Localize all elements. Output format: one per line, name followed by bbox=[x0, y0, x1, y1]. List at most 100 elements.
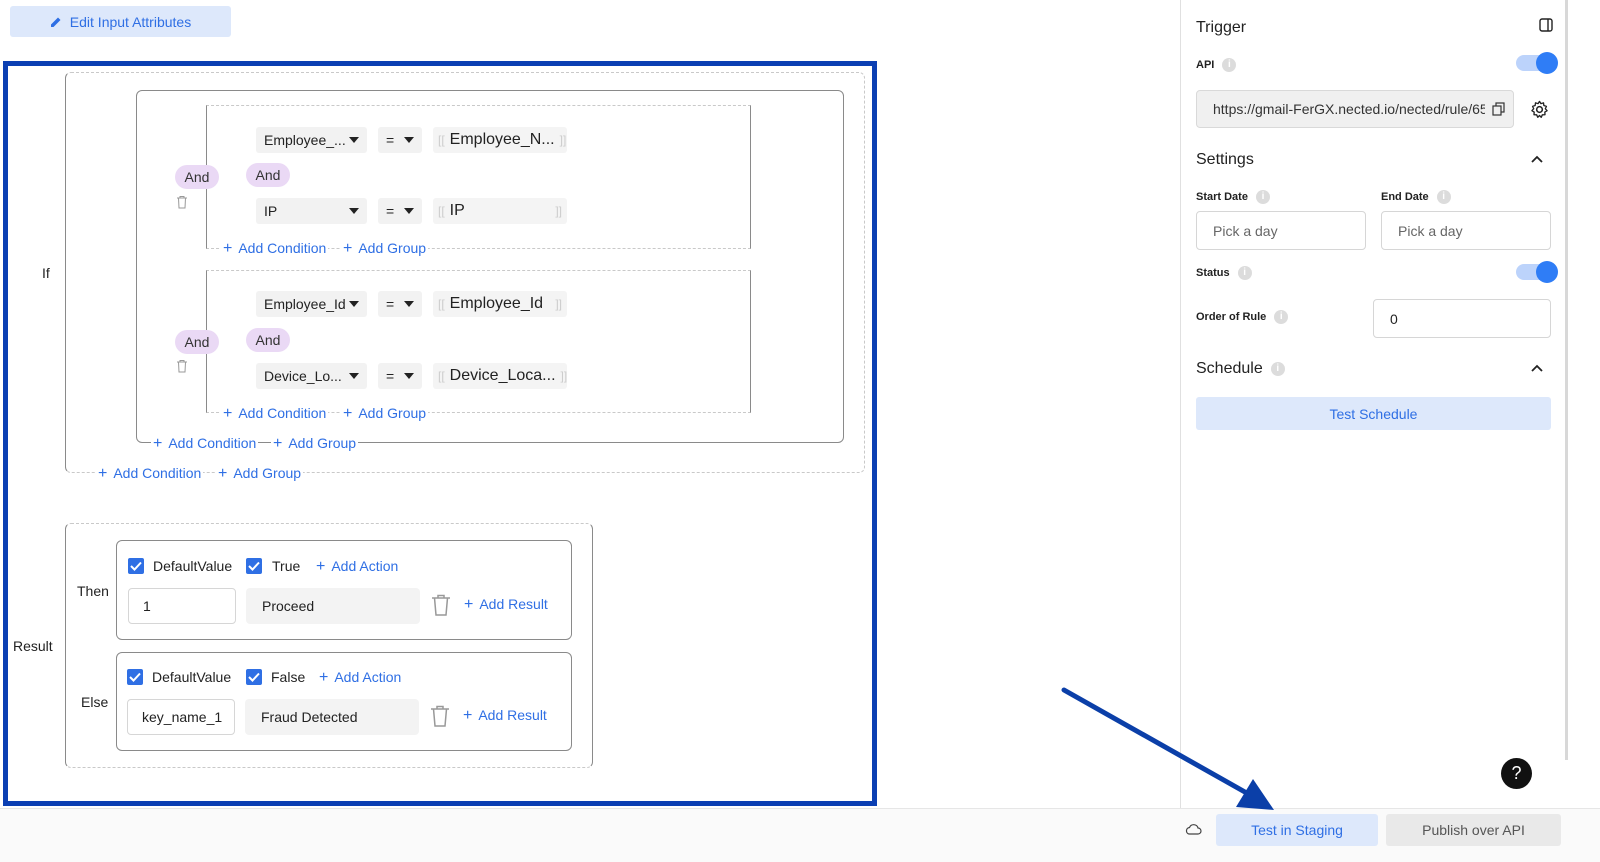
result-label: Result bbox=[13, 638, 53, 654]
plus-icon: + bbox=[343, 240, 353, 257]
chevron-up-icon[interactable] bbox=[1531, 155, 1543, 163]
copy-icon[interactable] bbox=[1492, 102, 1505, 116]
group-1-join-pill[interactable]: And bbox=[175, 165, 219, 189]
info-icon: i bbox=[1436, 190, 1451, 204]
annotation-arrow bbox=[1061, 687, 1274, 810]
plus-icon: + bbox=[343, 405, 353, 422]
info-icon: i bbox=[1237, 266, 1252, 280]
cloud-icon bbox=[1185, 824, 1202, 835]
plus-icon: + bbox=[464, 596, 474, 613]
toggle-knob bbox=[1536, 52, 1558, 74]
group-1-cond-2-operator[interactable]: = bbox=[378, 198, 422, 224]
then-label: Then bbox=[77, 583, 109, 599]
api-toggle[interactable] bbox=[1516, 52, 1558, 74]
then-col2-input[interactable]: Proceed bbox=[246, 588, 420, 624]
help-button[interactable]: ? bbox=[1501, 758, 1532, 789]
info-icon: i bbox=[1255, 190, 1270, 204]
group-1-cond-1-field[interactable]: Employee_... bbox=[256, 127, 367, 153]
plus-icon: + bbox=[273, 435, 283, 452]
root-add-condition[interactable]: + Add Condition bbox=[96, 465, 204, 483]
plus-icon: + bbox=[98, 465, 108, 482]
root-add-group[interactable]: + Add Group bbox=[216, 465, 304, 483]
plus-icon: + bbox=[316, 558, 326, 575]
trigger-title: Trigger bbox=[1196, 19, 1247, 36]
else-trash-icon[interactable] bbox=[430, 705, 450, 727]
else-add-result[interactable]: + Add Result bbox=[463, 707, 547, 725]
chevron-down-icon bbox=[404, 137, 414, 143]
else-col2-input[interactable]: Fraud Detected bbox=[245, 699, 419, 735]
group-2-cond-1-field[interactable]: Employee_Id bbox=[256, 291, 367, 317]
api-url-field[interactable]: https://gmail-FerGX.nected.io/nected/rul… bbox=[1196, 90, 1514, 128]
end-date-input[interactable]: Pick a day bbox=[1381, 211, 1551, 250]
group-1-cond-2-field[interactable]: IP bbox=[256, 198, 367, 224]
then-true-checkbox[interactable] bbox=[246, 558, 262, 574]
settings-title: Settings bbox=[1196, 151, 1254, 168]
if-label: If bbox=[42, 265, 50, 281]
collapse-panel-icon[interactable] bbox=[1539, 18, 1553, 32]
then-trash-icon[interactable] bbox=[431, 594, 451, 616]
then-col2-header: True bbox=[272, 558, 301, 574]
else-col1-input[interactable]: key_name_1 bbox=[127, 699, 235, 735]
info-icon: i bbox=[1274, 310, 1289, 324]
group-2-inner-join-pill[interactable]: And bbox=[246, 328, 290, 352]
group-2-cond-2-field[interactable]: Device_Lo... bbox=[256, 363, 367, 389]
order-of-rule-input[interactable]: 0 bbox=[1373, 299, 1551, 338]
outer-add-condition[interactable]: + Add Condition bbox=[151, 435, 259, 453]
else-add-action[interactable]: + Add Action bbox=[319, 669, 401, 687]
then-col1-header: DefaultValue bbox=[153, 558, 233, 574]
chevron-down-icon bbox=[404, 301, 414, 307]
info-icon: i bbox=[1270, 362, 1285, 376]
plus-icon: + bbox=[223, 405, 233, 422]
group-1-cond-1-operator[interactable]: = bbox=[378, 127, 422, 153]
pencil-icon bbox=[50, 17, 61, 27]
plus-icon: + bbox=[153, 435, 163, 452]
chevron-down-icon bbox=[349, 301, 359, 307]
else-label: Else bbox=[81, 694, 109, 710]
info-icon: i bbox=[1222, 58, 1237, 72]
start-date-input[interactable]: Pick a day bbox=[1196, 211, 1366, 250]
toggle-knob bbox=[1536, 261, 1558, 283]
then-add-action[interactable]: + Add Action bbox=[316, 558, 398, 576]
chevron-up-icon[interactable] bbox=[1531, 364, 1543, 372]
start-date-label: Start Date i bbox=[1196, 190, 1270, 204]
test-schedule-button[interactable]: Test Schedule bbox=[1196, 397, 1551, 430]
group-2-add-group[interactable]: + Add Group bbox=[341, 405, 429, 423]
chevron-down-icon bbox=[404, 373, 414, 379]
status-toggle[interactable] bbox=[1516, 261, 1558, 283]
end-date-label: End Date i bbox=[1381, 190, 1451, 204]
group-2-add-condition[interactable]: + Add Condition bbox=[221, 405, 329, 423]
chevron-down-icon bbox=[349, 373, 359, 379]
group-1-cond-1-value[interactable]: [[Employee_N...]] bbox=[433, 127, 567, 153]
group-1-cond-2-value[interactable]: [[IP]] bbox=[433, 198, 567, 224]
group-2-cond-2-operator[interactable]: = bbox=[378, 363, 422, 389]
group-2-cond-2-value[interactable]: [[Device_Loca...]] bbox=[433, 363, 567, 389]
chevron-down-icon bbox=[404, 208, 414, 214]
publish-over-api-button[interactable]: Publish over API bbox=[1386, 814, 1561, 846]
group-1-add-condition[interactable]: + Add Condition bbox=[221, 240, 329, 258]
plus-icon: + bbox=[319, 669, 329, 686]
status-label: Status i bbox=[1196, 266, 1252, 280]
else-false-checkbox[interactable] bbox=[246, 669, 262, 685]
group-2-cond-1-value[interactable]: [[Employee_Id]] bbox=[433, 291, 567, 317]
then-defaultvalue-checkbox[interactable] bbox=[128, 558, 144, 574]
plus-icon: + bbox=[218, 465, 228, 482]
group-1-inner-join-pill[interactable]: And bbox=[246, 163, 290, 187]
gear-icon[interactable] bbox=[1530, 100, 1549, 119]
group-1-delete-icon[interactable] bbox=[176, 195, 188, 209]
edit-input-attributes-button[interactable]: Edit Input Attributes bbox=[10, 6, 231, 37]
schedule-title: Schedule i bbox=[1196, 360, 1285, 378]
group-1-add-group[interactable]: + Add Group bbox=[341, 240, 429, 258]
outer-add-group[interactable]: + Add Group bbox=[271, 435, 359, 453]
chevron-down-icon bbox=[349, 208, 359, 214]
test-in-staging-button[interactable]: Test in Staging bbox=[1216, 814, 1378, 846]
sidebar-scrollbar[interactable] bbox=[1565, 0, 1568, 760]
group-2-delete-icon[interactable] bbox=[176, 359, 188, 373]
plus-icon: + bbox=[223, 240, 233, 257]
group-2-join-pill[interactable]: And bbox=[175, 330, 219, 354]
group-2-cond-1-operator[interactable]: = bbox=[378, 291, 422, 317]
then-col1-input[interactable]: 1 bbox=[128, 588, 236, 624]
else-col2-header: False bbox=[271, 669, 306, 685]
else-defaultvalue-checkbox[interactable] bbox=[127, 669, 143, 685]
then-add-result[interactable]: + Add Result bbox=[464, 596, 548, 614]
order-of-rule-label: Order of Rule i bbox=[1196, 310, 1289, 324]
